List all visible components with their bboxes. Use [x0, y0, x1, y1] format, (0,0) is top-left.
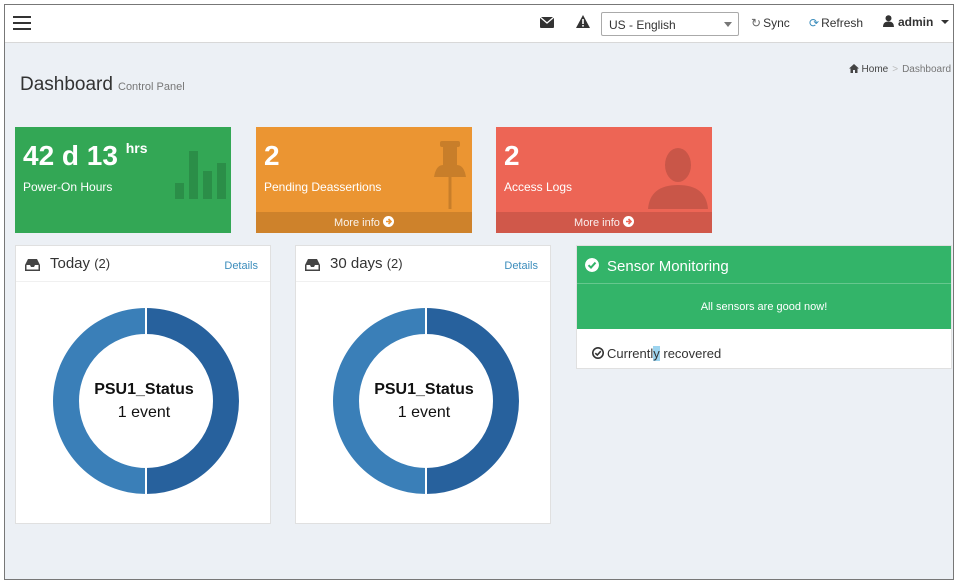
thirty-days-events-panel: 30 days (2) Details PSU1_Status 1 event	[295, 245, 551, 524]
pending-deassertions-more-info[interactable]: More info	[256, 212, 472, 233]
power-on-hours-label: Power-On Hours	[23, 180, 113, 194]
check-circle-icon	[585, 258, 599, 272]
thirty-days-title-text: 30 days	[330, 255, 383, 272]
arrow-circle-right-icon	[382, 216, 394, 227]
sensor-monitoring-header: Sensor Monitoring All sensors are good n…	[577, 246, 951, 329]
thirty-days-donut-sensor-label: PSU1_Status	[374, 381, 474, 398]
thirty-days-donut-chart	[333, 308, 519, 494]
user-label: admin	[898, 15, 934, 29]
pending-deassertions-label: Pending Deassertions	[264, 180, 382, 194]
today-donut-chart	[53, 308, 239, 494]
power-on-hours-box: 42 d 13 hrs Power-On Hours	[15, 127, 231, 233]
status-text-end: recovered	[659, 346, 722, 361]
page-title: Dashboard	[20, 74, 113, 95]
refresh-label: Refresh	[821, 16, 864, 30]
sync-label: Sync	[763, 16, 790, 30]
status-text-start: Current	[607, 346, 651, 361]
chevron-down-icon	[724, 22, 732, 27]
inbox-icon	[305, 259, 320, 271]
access-logs-box: 2 Access Logs More info	[496, 127, 712, 233]
user-silhouette-icon	[648, 148, 708, 209]
arrow-circle-right-icon	[622, 216, 634, 227]
user-icon	[883, 15, 894, 27]
breadcrumb-current: Dashboard	[902, 64, 951, 75]
breadcrumb-separator: >	[892, 64, 899, 75]
breadcrumb: Home > Dashboard	[848, 64, 951, 75]
warning-icon[interactable]	[576, 15, 590, 31]
today-panel-header: Today (2) Details	[16, 246, 270, 282]
pending-deassertions-value: 2	[264, 140, 280, 171]
today-events-panel: Today (2) Details PSU1_Status 1 event	[15, 245, 271, 524]
bar-chart-icon	[175, 151, 226, 199]
thirty-days-panel-title: 30 days (2)	[330, 255, 403, 272]
page-subtitle: Control Panel	[118, 81, 185, 93]
refresh-icon: ⟳	[809, 16, 820, 30]
hamburger-menu-icon[interactable]	[13, 16, 31, 30]
power-on-hours-number: 42 d 13	[23, 140, 118, 171]
more-info-label: More info	[334, 217, 380, 229]
check-circle-outline-icon	[592, 347, 604, 359]
today-donut-event-label: 1 event	[117, 404, 171, 421]
app-frame: US - English ↻ Sync ⟳ Refresh admin Dashbo…	[4, 4, 954, 580]
breadcrumb-home-link[interactable]: Home	[862, 64, 889, 75]
sensor-monitoring-panel: Sensor Monitoring All sensors are good n…	[576, 245, 952, 369]
power-on-hours-value: 42 d 13 hrs	[23, 140, 148, 172]
access-logs-label: Access Logs	[504, 180, 573, 194]
more-info-label: More info	[574, 217, 620, 229]
thirty-days-donut-event-label: 1 event	[397, 404, 451, 421]
thirty-days-details-link[interactable]: Details	[504, 260, 538, 272]
top-navbar: US - English ↻ Sync ⟳ Refresh admin	[5, 5, 953, 43]
sync-button[interactable]: ↻ Sync	[751, 16, 790, 30]
language-select-value: US - English	[609, 18, 676, 32]
today-panel-title: Today (2)	[50, 255, 110, 272]
today-title-text: Today	[50, 255, 91, 272]
user-menu[interactable]: admin	[883, 15, 949, 29]
today-details-link[interactable]: Details	[224, 260, 258, 272]
envelope-icon[interactable]	[539, 16, 555, 31]
home-icon	[848, 64, 859, 73]
caret-down-icon	[940, 20, 949, 24]
power-on-hours-unit: hrs	[125, 140, 148, 156]
sensor-monitoring-title: Sensor Monitoring	[607, 258, 729, 275]
pending-deassertions-box: 2 Pending Deassertions More info	[256, 127, 472, 233]
thirty-days-panel-header: 30 days (2) Details	[296, 246, 550, 282]
inbox-icon	[25, 259, 40, 271]
sync-icon: ↻	[751, 16, 762, 30]
language-select[interactable]: US - English	[601, 12, 739, 36]
today-donut-sensor-label: PSU1_Status	[94, 381, 194, 398]
sensor-status-message: All sensors are good now!	[700, 301, 828, 313]
refresh-button[interactable]: ⟳ Refresh	[809, 16, 863, 30]
thirty-days-count: (2)	[386, 256, 403, 271]
access-logs-value: 2	[504, 140, 520, 171]
sensor-header-divider	[577, 283, 951, 284]
access-logs-more-info[interactable]: More info	[496, 212, 712, 233]
sensor-recovery-status: Currently recovered	[592, 346, 721, 361]
pushpin-icon	[434, 141, 466, 209]
today-count: (2)	[94, 256, 111, 271]
